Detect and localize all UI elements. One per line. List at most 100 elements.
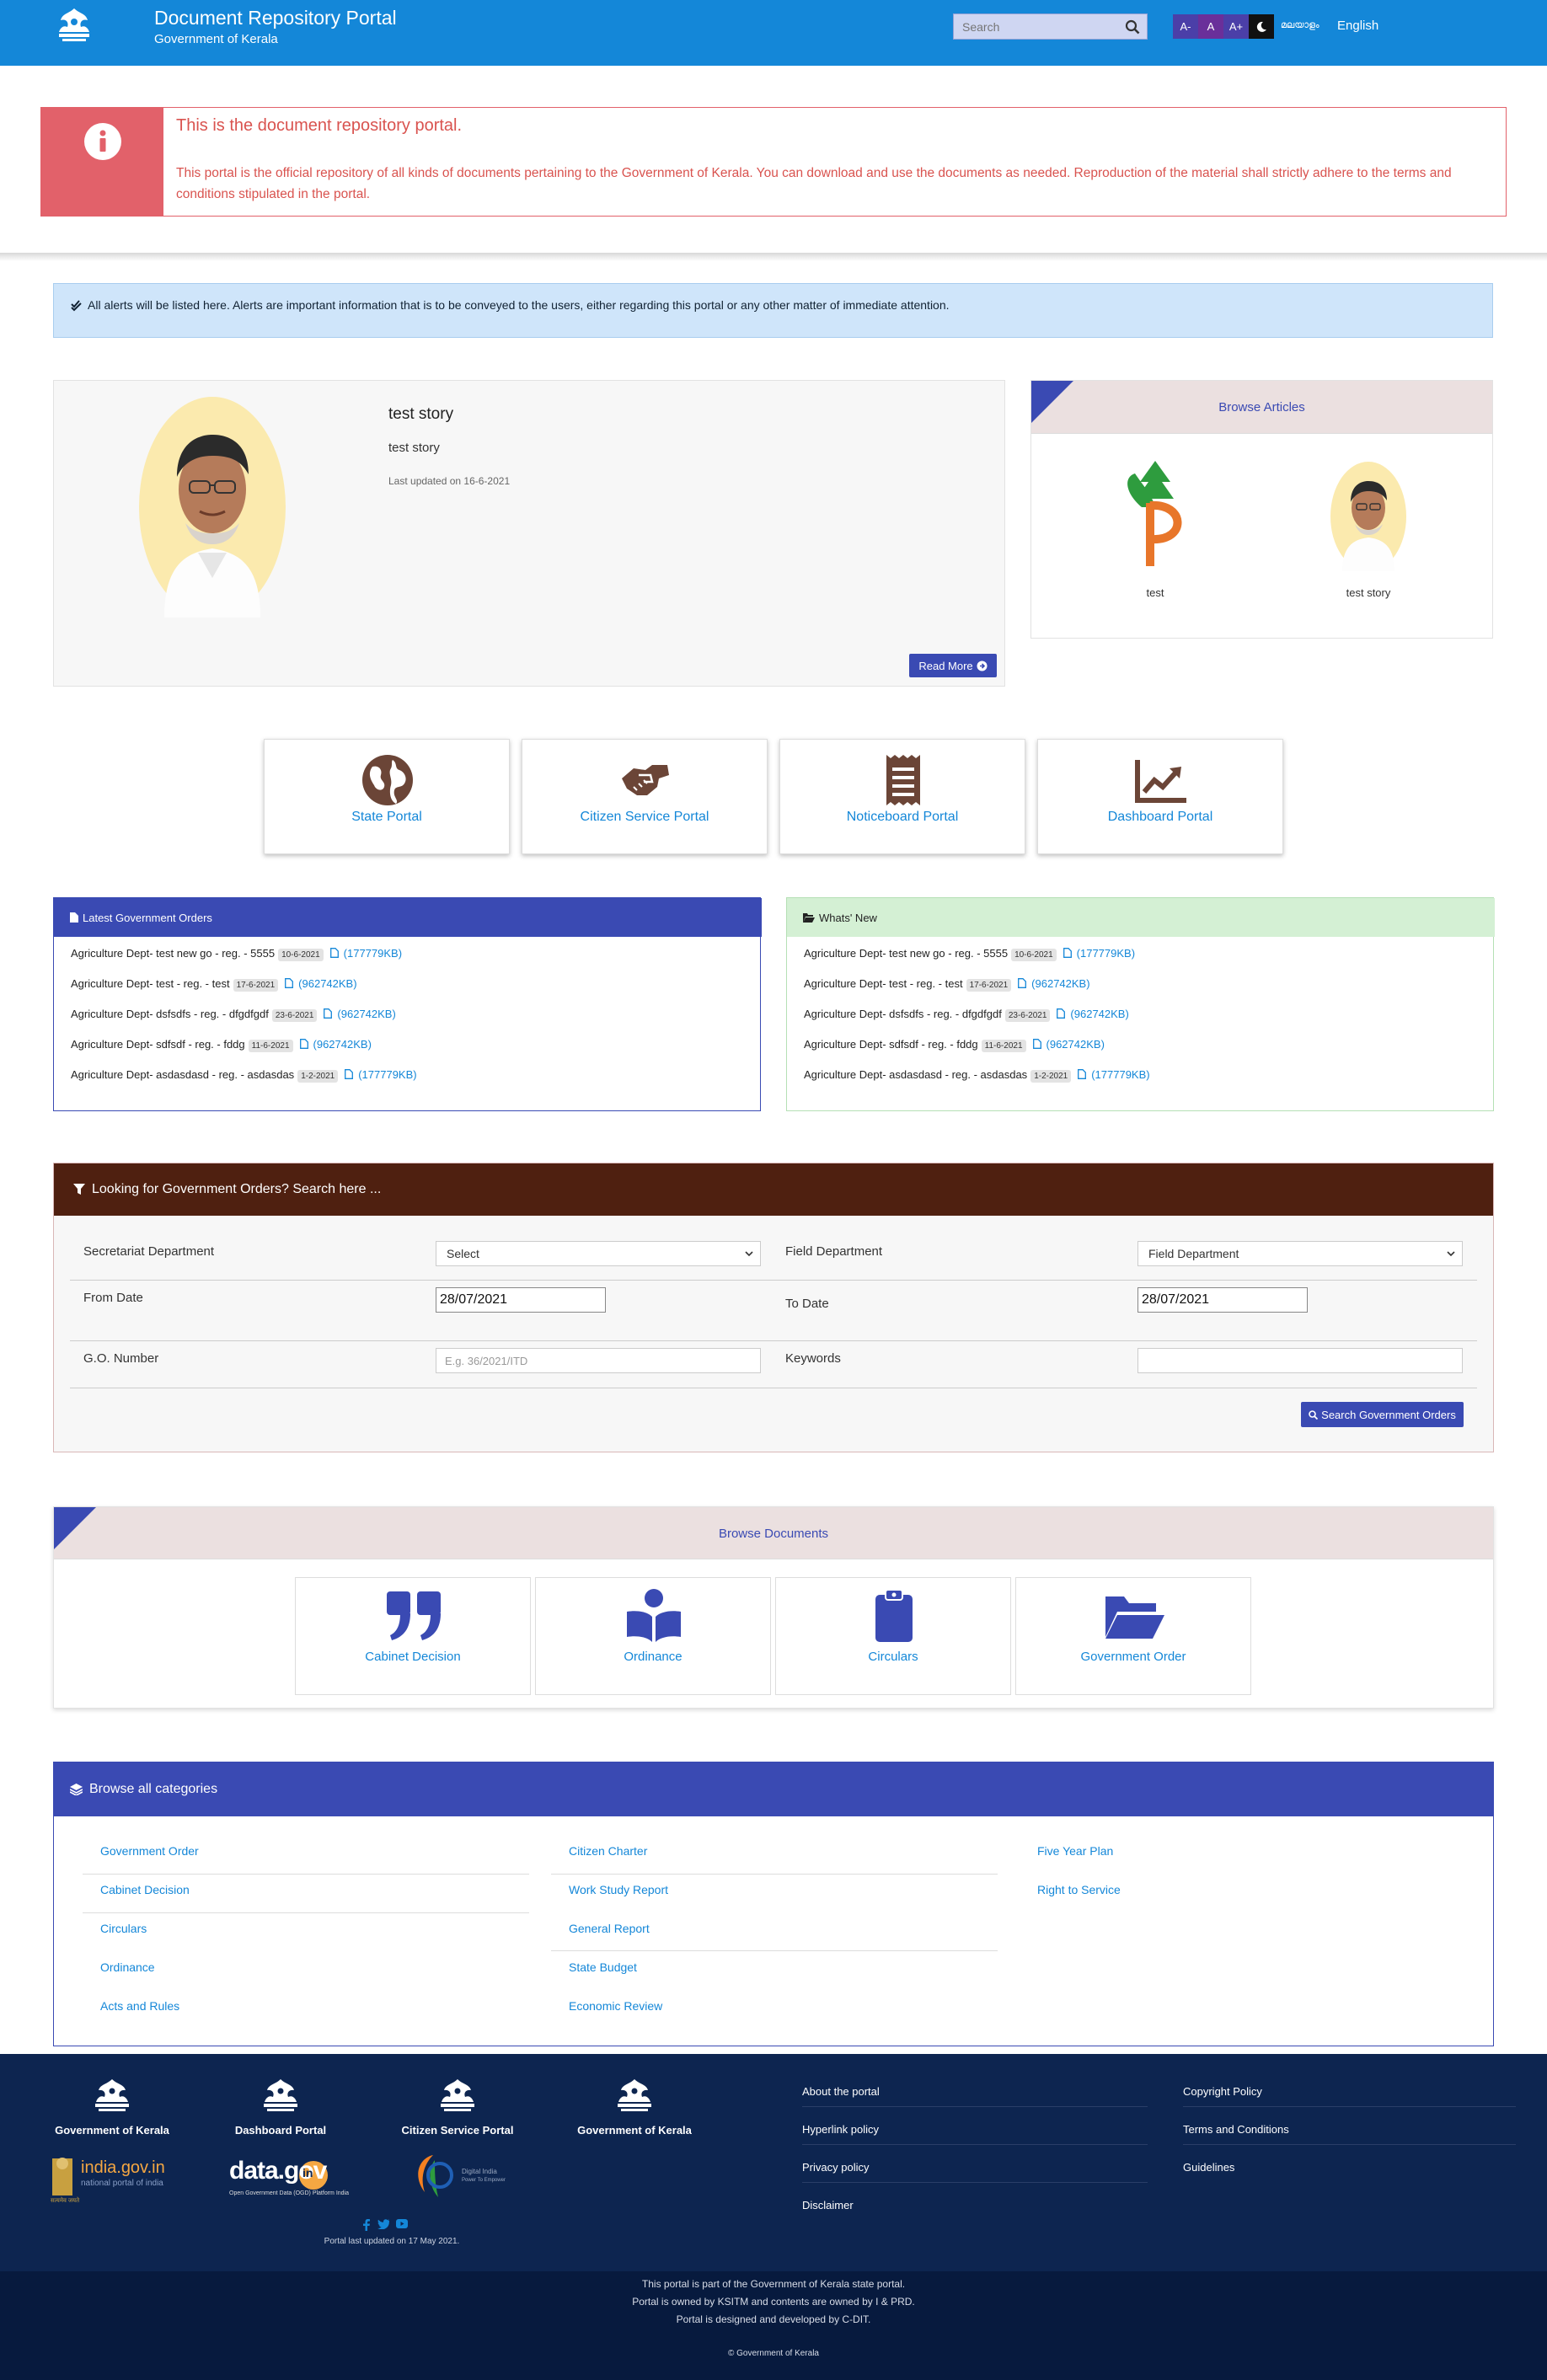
secretariat-department-label: Secretariat Department xyxy=(83,1244,215,1259)
kerala-emblem-icon[interactable] xyxy=(601,2078,668,2118)
category-link[interactable]: Five Year Plan xyxy=(1037,1844,1113,1858)
footer-link-divider xyxy=(1183,2144,1516,2145)
to-date-input[interactable]: 28/07/2021 xyxy=(1138,1287,1308,1313)
youtube-icon[interactable] xyxy=(396,2219,408,2228)
portal-card-state[interactable]: State Portal xyxy=(264,739,510,854)
secretariat-department-select[interactable]: Select xyxy=(436,1241,761,1266)
from-date-input[interactable]: 28/07/2021 xyxy=(436,1287,606,1313)
order-download-link[interactable]: (177779KB) xyxy=(1060,947,1135,960)
language-malayalam-link[interactable]: മലയാളം xyxy=(1281,20,1320,31)
order-row: Agriculture Dept- asdasdasd - reg. - asd… xyxy=(804,1068,1150,1083)
digital-india-name: Digital India xyxy=(462,2168,497,2175)
search-input[interactable] xyxy=(954,14,1118,39)
go-search-title: Looking for Government Orders? Search he… xyxy=(92,1182,382,1196)
portal-card-citizen-service[interactable]: Citizen Service Portal xyxy=(522,739,768,854)
order-title[interactable]: Agriculture Dept- dsfsdfs - reg. - dfgdf… xyxy=(71,1008,269,1020)
filter-icon xyxy=(73,1184,85,1195)
story-title[interactable]: test story xyxy=(388,405,453,424)
order-title[interactable]: Agriculture Dept- test - reg. - test xyxy=(804,977,963,990)
category-link[interactable]: Cabinet Decision xyxy=(100,1883,190,1896)
file-pdf-icon xyxy=(1078,1069,1087,1079)
category-link[interactable]: Circulars xyxy=(100,1922,147,1935)
article-label[interactable]: test story xyxy=(1301,586,1436,599)
footer-link[interactable]: Guidelines xyxy=(1183,2161,1234,2174)
category-link[interactable]: Citizen Charter xyxy=(569,1844,647,1858)
order-download-link[interactable]: (962742KB) xyxy=(297,1038,372,1051)
article-portrait-image[interactable] xyxy=(1330,462,1406,571)
read-more-button[interactable]: Read More xyxy=(909,654,997,677)
order-download-link[interactable]: (177779KB) xyxy=(327,947,402,960)
footer-link[interactable]: Privacy policy xyxy=(802,2161,869,2174)
portal-label: Noticeboard Portal xyxy=(846,810,959,824)
order-date-badge: 17-6-2021 xyxy=(966,979,1012,992)
search-icon[interactable] xyxy=(1125,19,1140,35)
font-increase-button[interactable]: A+ xyxy=(1223,14,1249,39)
font-decrease-button[interactable]: A- xyxy=(1173,14,1198,39)
font-normal-button[interactable]: A xyxy=(1198,14,1223,39)
category-link[interactable]: State Budget xyxy=(569,1960,637,1974)
portal-card-dashboard[interactable]: Dashboard Portal xyxy=(1037,739,1283,854)
order-date-badge: 17-6-2021 xyxy=(233,979,279,992)
order-download-link[interactable]: (177779KB) xyxy=(1074,1068,1150,1081)
category-link[interactable]: Right to Service xyxy=(1037,1883,1121,1896)
doc-card-ordinance[interactable]: Ordinance xyxy=(535,1577,771,1695)
doc-card-circulars[interactable]: Circulars xyxy=(775,1577,1011,1695)
read-more-label: Read More xyxy=(918,659,973,672)
story-portrait-image[interactable] xyxy=(139,397,286,618)
keywords-input[interactable] xyxy=(1138,1348,1463,1373)
footer-logo-caption[interactable]: Government of Kerala xyxy=(542,2124,727,2137)
language-english-link[interactable]: English xyxy=(1337,19,1378,33)
category-link[interactable]: General Report xyxy=(569,1922,650,1935)
kerala-emblem-icon[interactable] xyxy=(78,2078,146,2118)
site-title[interactable]: Document Repository Portal xyxy=(154,7,397,29)
footer-logo-caption[interactable]: Citizen Service Portal xyxy=(365,2124,550,2137)
doc-card-government-order[interactable]: Government Order xyxy=(1015,1577,1251,1695)
order-download-link[interactable]: (177779KB) xyxy=(341,1068,417,1081)
facebook-icon[interactable] xyxy=(362,2219,371,2231)
intro-icon-panel xyxy=(41,108,163,216)
search-government-orders-button[interactable]: Search Government Orders xyxy=(1301,1402,1464,1427)
order-title[interactable]: Agriculture Dept- test new go - reg. - 5… xyxy=(804,947,1008,960)
order-title[interactable]: Agriculture Dept- asdasdasd - reg. - asd… xyxy=(804,1068,1027,1081)
order-title[interactable]: Agriculture Dept- dsfsdfs - reg. - dfgdf… xyxy=(804,1008,1002,1020)
order-title[interactable]: Agriculture Dept- asdasdasd - reg. - asd… xyxy=(71,1068,294,1081)
order-download-link[interactable]: (962742KB) xyxy=(281,977,357,990)
order-download-link[interactable]: (962742KB) xyxy=(1030,1038,1105,1051)
category-link[interactable]: Work Study Report xyxy=(569,1883,668,1896)
category-link[interactable]: Acts and Rules xyxy=(100,1999,179,2013)
footer-link[interactable]: Copyright Policy xyxy=(1183,2085,1262,2098)
doc-card-cabinet-decision[interactable]: Cabinet Decision xyxy=(295,1577,531,1695)
article-label[interactable]: test xyxy=(1118,586,1192,599)
order-title[interactable]: Agriculture Dept- test - reg. - test xyxy=(71,977,230,990)
kerala-emblem-icon[interactable] xyxy=(247,2078,314,2118)
order-download-link[interactable]: (962742KB) xyxy=(320,1008,396,1020)
twitter-icon[interactable] xyxy=(377,2219,389,2229)
footer-link[interactable]: Hyperlink policy xyxy=(802,2123,879,2136)
footer-link[interactable]: Terms and Conditions xyxy=(1183,2123,1289,2136)
order-download-link[interactable]: (962742KB) xyxy=(1014,977,1090,990)
field-department-selected-value: Field Department xyxy=(1148,1247,1239,1260)
field-department-select[interactable]: Field Department xyxy=(1138,1241,1463,1266)
footer-logo-caption[interactable]: Dashboard Portal xyxy=(188,2124,373,2137)
kerala-emblem-icon[interactable] xyxy=(424,2078,491,2118)
footer: Government of Kerala Dashboard Portal Citi… xyxy=(0,2054,1547,2271)
arrow-circle-right-icon xyxy=(977,661,988,671)
order-title[interactable]: Agriculture Dept- sdfsdf - reg. - fddg xyxy=(71,1038,245,1051)
copyright-icon: © xyxy=(728,2349,735,2358)
category-divider xyxy=(83,1912,529,1913)
portal-card-noticeboard[interactable]: Noticeboard Portal xyxy=(779,739,1025,854)
order-download-link[interactable]: (962742KB) xyxy=(1053,1008,1129,1020)
footer-link[interactable]: About the portal xyxy=(802,2085,880,2098)
order-title[interactable]: Agriculture Dept- sdfsdf - reg. - fddg xyxy=(804,1038,978,1051)
go-number-input[interactable]: E.g. 36/2021/ITD xyxy=(436,1348,761,1373)
article-logo-image[interactable] xyxy=(1118,457,1192,570)
dark-mode-toggle[interactable] xyxy=(1249,14,1274,39)
category-link[interactable]: Ordinance xyxy=(100,1960,155,1974)
footer-logo-caption[interactable]: Government of Kerala xyxy=(19,2124,205,2137)
kerala-emblem-icon[interactable] xyxy=(52,5,96,49)
order-title[interactable]: Agriculture Dept- test new go - reg. - 5… xyxy=(71,947,275,960)
file-pdf-icon xyxy=(1057,1008,1066,1019)
category-link[interactable]: Government Order xyxy=(100,1844,199,1858)
category-link[interactable]: Economic Review xyxy=(569,1999,662,2013)
footer-link[interactable]: Disclaimer xyxy=(802,2199,854,2212)
